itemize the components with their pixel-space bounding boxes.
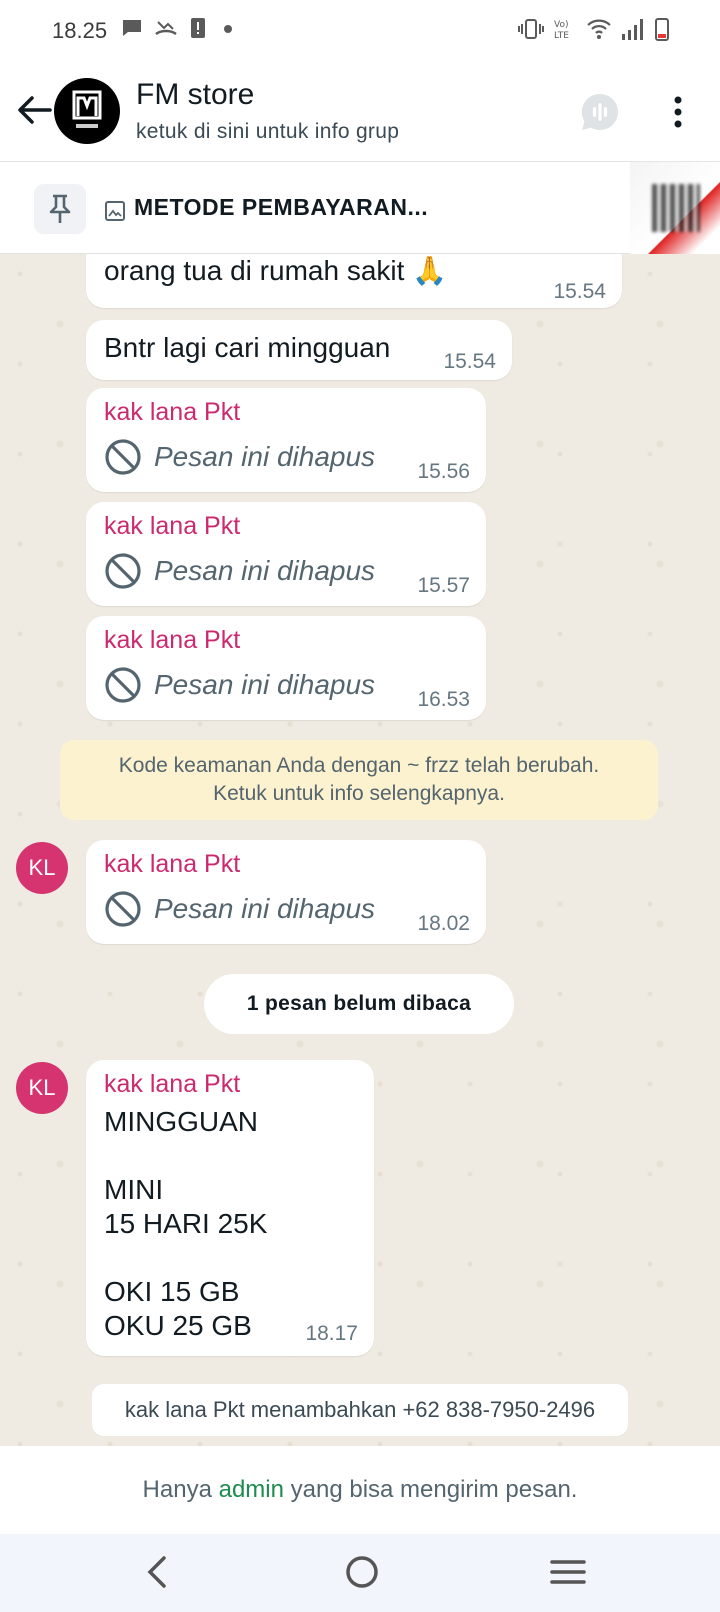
message-text: Bntr lagi cari mingguan [104, 332, 391, 363]
message-line: MINGGUAN [104, 1106, 258, 1137]
chat-title[interactable]: FM store [136, 78, 254, 112]
pinned-message-text[interactable]: METODE PEMBAYARAN... [134, 194, 428, 221]
back-arrow-icon[interactable] [14, 90, 54, 130]
message-time: 15.57 [417, 574, 470, 597]
more-options-icon[interactable] [662, 92, 694, 132]
footer-text-after: yang bisa mengirim pesan. [283, 1476, 578, 1503]
signal-icon [622, 19, 643, 40]
message-line: 15 HARI 25K [104, 1208, 268, 1239]
deleted-text: Pesan ini dihapus [154, 441, 376, 472]
blocked-icon [105, 891, 141, 927]
blocked-icon [105, 667, 141, 703]
svg-text:LTE: LTE [554, 31, 569, 41]
blocked-icon [105, 439, 141, 475]
chat-messages-area[interactable]: orang tua di rumah sakit 🙏 15.54 Bntr la… [0, 254, 720, 1446]
pinned-thumbnail[interactable] [630, 162, 720, 254]
nav-home-icon[interactable] [342, 1552, 382, 1592]
fm-logo-icon [72, 90, 102, 128]
message-line: OKU 25 GB [104, 1310, 252, 1341]
sender-name: kak lana Pkt [104, 512, 241, 540]
security-notice-line2: Ketuk untuk info selengkapnya. [213, 782, 505, 805]
message-time: 15.56 [417, 460, 470, 483]
status-left-icons [120, 16, 238, 40]
message-text: orang tua di rumah sakit 🙏 [104, 255, 448, 286]
deleted-text: Pesan ini dihapus [154, 555, 376, 586]
deleted-message: Pesan ini dihapus [104, 552, 375, 590]
qr-code-image [652, 184, 700, 232]
security-code-notice[interactable]: Kode keamanan Anda dengan ~ frzz telah b… [60, 740, 658, 820]
message-bubble[interactable]: kak lana Pkt MINGGUAN MINI 15 HARI 25K O… [86, 1060, 374, 1356]
unread-messages-label: 1 pesan belum dibaca [204, 974, 514, 1034]
wifi-icon [587, 19, 611, 39]
message-time: 15.54 [553, 280, 606, 303]
deleted-message: Pesan ini dihapus [104, 438, 375, 476]
footer-text-before: Hanya [142, 1476, 219, 1503]
chat-subtitle[interactable]: ketuk di sini untuk info grup [136, 120, 399, 144]
status-bar: 18.25 Vo) LTE [0, 0, 720, 62]
message-time: 18.17 [305, 1322, 358, 1345]
admin-only-footer: Hanya admin yang bisa mengirim pesan. [0, 1446, 720, 1534]
battery-icon [655, 18, 669, 41]
deleted-message: Pesan ini dihapus [104, 666, 375, 704]
security-notice-line1: Kode keamanan Anda dengan ~ frzz telah b… [118, 754, 600, 777]
missed-call-icon [155, 21, 177, 36]
sender-name: kak lana Pkt [104, 1070, 241, 1098]
chat-notification-icon [123, 20, 141, 36]
deleted-message-bubble[interactable]: kak lana Pkt Pesan ini dihapus 16.53 [86, 616, 486, 720]
deleted-text: Pesan ini dihapus [154, 669, 376, 700]
message-bubble[interactable]: Bntr lagi cari mingguan 15.54 [86, 320, 512, 380]
volte-icon: Vo)LTE [554, 20, 569, 41]
sender-name: kak lana Pkt [104, 626, 241, 654]
admin-link[interactable]: admin [219, 1476, 284, 1503]
nav-menu-icon[interactable] [548, 1554, 588, 1590]
status-time: 18.25 [52, 18, 108, 43]
message-line: OKI 15 GB [104, 1276, 240, 1307]
chat-header[interactable]: FM store ketuk di sini untuk info grup [0, 62, 720, 162]
message-time: 18.02 [417, 912, 470, 935]
dot-icon [224, 25, 232, 33]
deleted-message-bubble[interactable]: kak lana Pkt Pesan ini dihapus 18.02 [86, 840, 486, 944]
vibrate-icon [518, 19, 544, 39]
system-add-notice: kak lana Pkt menambahkan +62 838-7950-24… [92, 1384, 628, 1436]
blocked-icon [105, 553, 141, 589]
sender-name: kak lana Pkt [104, 398, 241, 426]
voice-chat-icon[interactable] [578, 90, 622, 134]
message-line: MINI [104, 1174, 164, 1205]
system-nav-bar [0, 1534, 720, 1612]
deleted-text: Pesan ini dihapus [154, 893, 376, 924]
image-icon [105, 201, 125, 221]
nav-back-icon[interactable] [138, 1552, 178, 1592]
deleted-message: Pesan ini dihapus [104, 890, 375, 928]
svg-text:Vo): Vo) [554, 20, 568, 30]
message-bubble[interactable]: orang tua di rumah sakit 🙏 15.54 [86, 254, 622, 308]
message-time: 15.54 [443, 350, 496, 373]
pin-icon [49, 194, 71, 223]
deleted-message-bubble[interactable]: kak lana Pkt Pesan ini dihapus 15.57 [86, 502, 486, 606]
pinned-message-bar[interactable]: METODE PEMBAYARAN... [0, 162, 720, 254]
message-time: 16.53 [417, 688, 470, 711]
alert-icon [191, 18, 205, 38]
sender-avatar[interactable]: KL [16, 1062, 68, 1114]
sender-name: kak lana Pkt [104, 850, 241, 878]
pin-button[interactable] [34, 184, 86, 234]
group-avatar[interactable] [54, 78, 120, 144]
sender-avatar[interactable]: KL [16, 842, 68, 894]
deleted-message-bubble[interactable]: kak lana Pkt Pesan ini dihapus 15.56 [86, 388, 486, 492]
status-right-icons: Vo) LTE [518, 16, 670, 42]
